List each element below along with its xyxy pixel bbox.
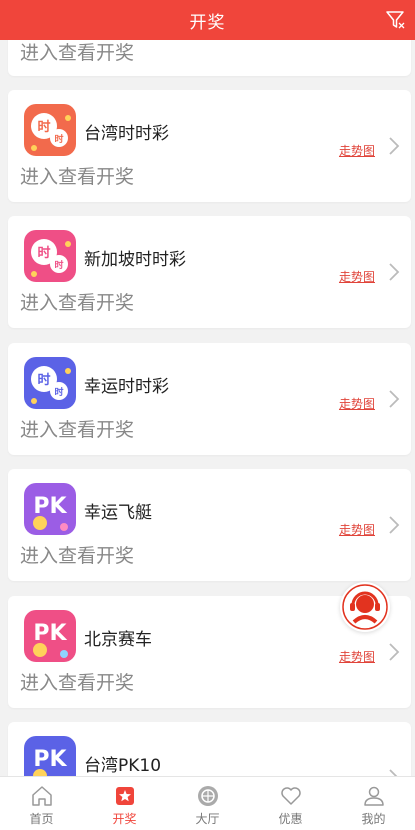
lottery-list: 进入查看开奖 时 时 台湾时时彩 走势图 进入查看开奖 时 时 新加坡时时彩 走… <box>0 0 415 776</box>
svg-text:时: 时 <box>54 386 63 398</box>
chevron-right-icon <box>389 643 400 661</box>
chevron-right-icon <box>389 390 400 408</box>
tab-lobby[interactable]: 大厅 <box>166 777 249 830</box>
lottery-name: 台湾PK10 <box>84 756 162 776</box>
trend-chart-link[interactable]: 走势图 <box>339 268 375 285</box>
bottom-tab-bar: 首页 开奖 大厅 优惠 我的 <box>0 776 415 830</box>
enter-results-text: 进入查看开奖 <box>20 292 135 314</box>
top-header: 开奖 <box>0 0 415 40</box>
svg-text:PK: PK <box>33 621 67 646</box>
lottery-name: 北京赛车 <box>84 630 152 650</box>
profile-icon <box>363 786 384 806</box>
tab-home[interactable]: 首页 <box>0 777 83 830</box>
enter-results-text: 进入查看开奖 <box>20 166 135 188</box>
time-lottery-icon: 时 时 <box>24 230 76 282</box>
filter-icon[interactable] <box>385 9 407 31</box>
svg-text:时: 时 <box>37 372 50 388</box>
chevron-right-icon <box>389 263 400 281</box>
trend-chart-link[interactable]: 走势图 <box>339 142 375 159</box>
lottery-card-lucky-ssc[interactable]: 时 时 幸运时时彩 走势图 进入查看开奖 <box>8 343 411 455</box>
trend-chart-link[interactable]: 走势图 <box>339 395 375 412</box>
lottery-card-taiwan-pk10[interactable]: PK 台湾PK10 <box>8 722 411 776</box>
time-lottery-icon: 时 时 <box>24 357 76 409</box>
tab-label: 我的 <box>361 812 386 826</box>
chevron-right-icon <box>389 769 398 776</box>
svg-text:PK: PK <box>33 747 67 772</box>
svg-text:时: 时 <box>54 133 63 145</box>
tab-profile[interactable]: 我的 <box>332 777 415 830</box>
tab-label: 首页 <box>29 812 54 826</box>
trend-chart-link[interactable]: 走势图 <box>339 648 375 665</box>
lobby-icon <box>197 786 218 806</box>
tab-label: 开奖 <box>112 812 137 826</box>
tab-lottery[interactable]: 开奖 <box>83 777 166 830</box>
chevron-right-icon <box>389 137 400 155</box>
lottery-card-lucky-airship[interactable]: PK 幸运飞艇 走势图 进入查看开奖 <box>8 469 411 581</box>
svg-text:时: 时 <box>37 245 50 261</box>
pk-icon: PK <box>24 610 76 662</box>
svg-text:时: 时 <box>54 259 63 271</box>
lottery-name: 幸运时时彩 <box>84 377 169 397</box>
svg-text:时: 时 <box>37 119 50 135</box>
headset-agent-icon <box>342 584 388 630</box>
svg-text:PK: PK <box>33 494 67 519</box>
tab-label: 大厅 <box>195 812 220 826</box>
enter-results-text: 进入查看开奖 <box>20 419 135 441</box>
lottery-name: 幸运飞艇 <box>84 503 152 523</box>
pk-icon: PK <box>24 483 76 535</box>
lottery-card-taiwan-ssc[interactable]: 时 时 台湾时时彩 走势图 进入查看开奖 <box>8 90 411 202</box>
enter-results-text: 进入查看开奖 <box>20 672 135 694</box>
time-lottery-icon: 时 时 <box>24 104 76 156</box>
lottery-name: 新加坡时时彩 <box>84 250 186 270</box>
pk-icon: PK <box>24 736 76 776</box>
page-title: 开奖 <box>189 12 226 33</box>
home-icon <box>31 786 52 806</box>
tab-promotions[interactable]: 优惠 <box>249 777 332 830</box>
trend-chart-link[interactable]: 走势图 <box>339 521 375 538</box>
tab-label: 优惠 <box>278 812 303 826</box>
lottery-name: 台湾时时彩 <box>84 124 169 144</box>
enter-results-text: 进入查看开奖 <box>20 42 135 64</box>
chevron-right-icon <box>389 516 400 534</box>
enter-results-text: 进入查看开奖 <box>20 545 135 567</box>
lottery-icon <box>115 787 134 805</box>
heart-icon <box>280 787 301 805</box>
customer-service-button[interactable] <box>340 582 390 632</box>
lottery-card-singapore-ssc[interactable]: 时 时 新加坡时时彩 走势图 进入查看开奖 <box>8 216 411 328</box>
